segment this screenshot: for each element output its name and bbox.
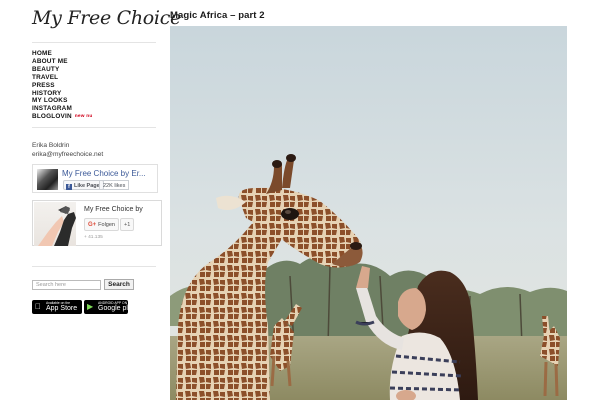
post-title[interactable]: Magic Africa – part 2 [170, 10, 265, 21]
google-play-label: Google play [98, 305, 136, 312]
new-badge: new nu [74, 114, 93, 120]
nav-item-history[interactable]: HISTORY [32, 90, 93, 98]
nav-item-beauty[interactable]: BEAUTY [32, 66, 93, 74]
google-plus-follower-count: + 41.135 [84, 235, 103, 240]
nav-item-home[interactable]: HOME [32, 50, 93, 58]
facebook-like-count: 22K likes [99, 180, 130, 190]
nav-item-my-looks[interactable]: MY LOOKS [32, 97, 93, 105]
main-content: Magic Africa – part 2 [170, 0, 570, 400]
google-plus-follow-label: Folgen [98, 222, 115, 228]
nav-item-bloglovin[interactable]: BLOGLOVIN new nu [32, 113, 93, 121]
google-plus-one-button[interactable]: +1 [120, 218, 135, 231]
sidebar: My Free Choice HOME ABOUT ME BEAUTY TRAV… [32, 0, 181, 400]
post-featured-image[interactable] [170, 26, 567, 400]
facebook-icon: f [66, 184, 72, 190]
facebook-like-label: Like Page [74, 183, 100, 189]
google-plus-follow-button[interactable]: G+ Folgen [84, 218, 119, 231]
author-name: Erika Boldrin [32, 142, 70, 149]
google-plus-widget: My Free Choice by G+ Folgen +1 + 41.135 [32, 200, 162, 246]
app-store-label: App Store [46, 305, 78, 312]
google-plus-profile-image[interactable] [34, 202, 76, 246]
divider [32, 42, 156, 43]
main-nav: HOME ABOUT ME BEAUTY TRAVEL PRESS HISTOR… [32, 50, 93, 121]
author-email[interactable]: erika@myfreechoice.net [32, 151, 103, 160]
google-play-badge[interactable]: ▶ ANDROID APP ON Google play [84, 300, 135, 314]
divider [32, 266, 156, 267]
nav-item-bloglovin-label: BLOGLOVIN [32, 113, 72, 121]
apple-icon:  [35, 303, 41, 311]
nav-item-instagram[interactable]: INSTAGRAM [32, 105, 93, 113]
search-button[interactable]: Search [104, 279, 134, 290]
author-info: Erika Boldrin erika@myfreechoice.net [32, 142, 103, 159]
facebook-page-widget: My Free Choice by Er... f Like Page 22K l… [32, 164, 158, 193]
app-store-badge[interactable]:  Available on the App Store [32, 300, 82, 314]
divider [32, 127, 156, 128]
facebook-page-thumbnail[interactable] [37, 169, 58, 190]
google-play-icon: ▶ [87, 302, 94, 311]
facebook-like-button[interactable]: f Like Page [63, 180, 104, 190]
google-plus-page-name[interactable]: My Free Choice by [84, 206, 143, 213]
nav-item-about-me[interactable]: ABOUT ME [32, 58, 93, 66]
search-input[interactable] [32, 280, 101, 290]
profile-photo-illustration [38, 206, 76, 246]
nav-item-press[interactable]: PRESS [32, 82, 93, 90]
site-logo[interactable]: My Free Choice [32, 7, 181, 29]
facebook-page-name[interactable]: My Free Choice by Er... [62, 169, 154, 178]
google-plus-icon: G+ [88, 222, 97, 228]
giraffe-feeding-photo [170, 26, 567, 400]
nav-item-travel[interactable]: TRAVEL [32, 74, 93, 82]
